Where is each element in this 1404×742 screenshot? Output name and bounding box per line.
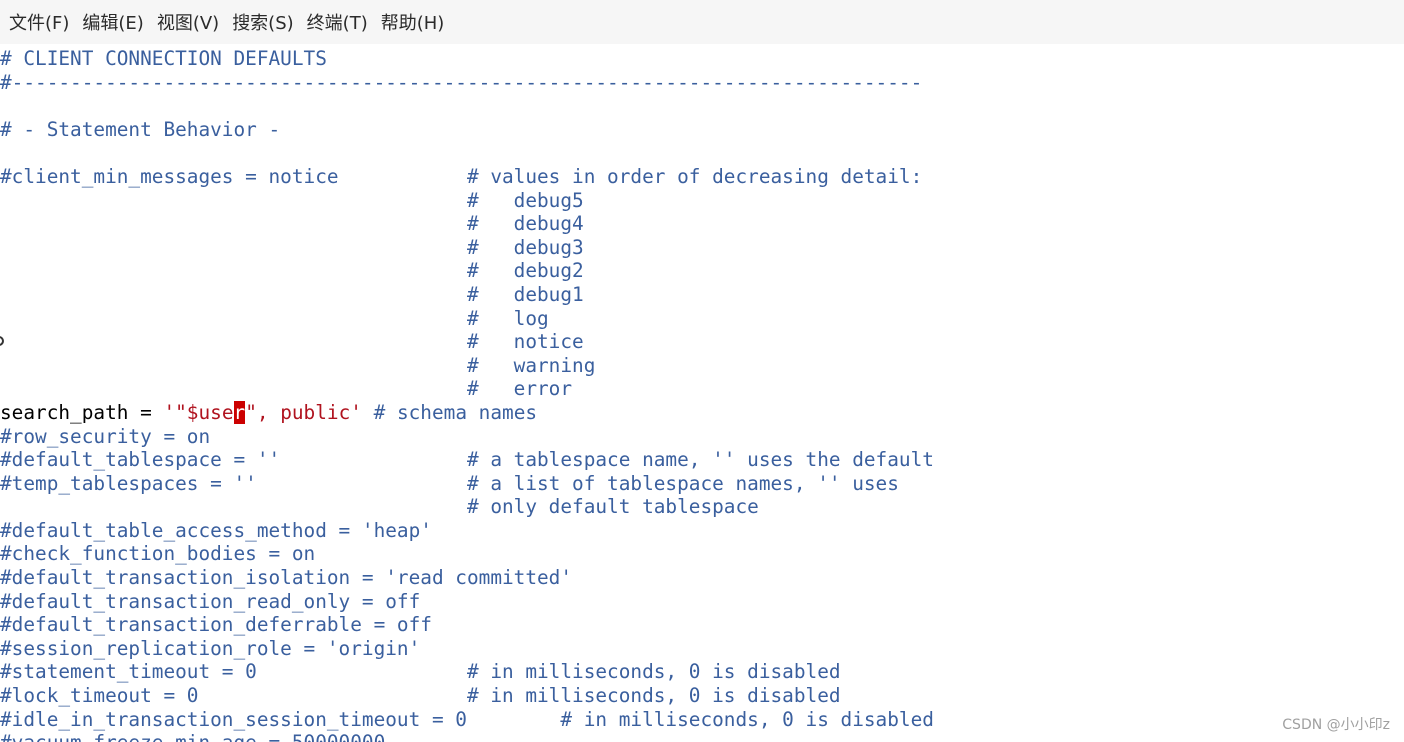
code-segment: # log <box>0 306 549 330</box>
code-segment: # only default tablespace <box>0 495 759 519</box>
editor-line[interactable]: # debug2 <box>0 259 1404 283</box>
menu-edit[interactable]: 编辑(E) <box>82 7 143 37</box>
editor-line[interactable] <box>0 94 1404 118</box>
code-segment: #default_transaction_deferrable = off <box>0 613 432 637</box>
editor-line[interactable] <box>0 141 1404 165</box>
editor-line[interactable]: #default_transaction_read_only = off <box>0 590 1404 614</box>
code-segment: # warning <box>0 353 596 377</box>
editor-line[interactable]: #lock_timeout = 0 # in milliseconds, 0 i… <box>0 684 1404 708</box>
menu-help[interactable]: 帮助(H) <box>381 7 445 37</box>
editor-line[interactable]: #---------------------------------------… <box>0 71 1404 95</box>
code-segment: #---------------------------------------… <box>0 70 923 94</box>
code-segment: # CLIENT CONNECTION DEFAULTS <box>0 47 327 70</box>
editor-line[interactable]: #statement_timeout = 0 # in milliseconds… <box>0 660 1404 684</box>
code-segment: #vacuum_freeze_min_age = 50000000 <box>0 731 385 742</box>
menu-file[interactable]: 文件(F) <box>9 7 69 37</box>
code-segment: # debug3 <box>0 235 584 259</box>
editor-line[interactable]: #temp_tablespaces = '' # a list of table… <box>0 472 1404 496</box>
code-segment: #lock_timeout = 0 # in milliseconds, 0 i… <box>0 684 841 708</box>
code-segment: # debug2 <box>0 259 584 283</box>
code-segment: # debug4 <box>0 212 584 236</box>
editor-line[interactable]: #check_function_bodies = on <box>0 542 1404 566</box>
code-segment: #default_transaction_isolation = 'read c… <box>0 566 573 590</box>
code-segment: '"$use <box>163 400 234 424</box>
editor-line[interactable]: #idle_in_transaction_session_timeout = 0… <box>0 708 1404 732</box>
code-segment: #statement_timeout = 0 # in milliseconds… <box>0 660 841 684</box>
code-segment: #check_function_bodies = on <box>0 542 316 566</box>
code-segment: #default_table_access_method = 'heap' <box>0 518 432 542</box>
editor-line[interactable]: # log <box>0 307 1404 331</box>
code-segment: #session_replication_role = 'origin' <box>0 636 421 660</box>
editor-line[interactable]: #default_transaction_deferrable = off <box>0 613 1404 637</box>
editor-line[interactable]: # debug4 <box>0 212 1404 236</box>
editor-line[interactable]: # only default tablespace <box>0 495 1404 519</box>
code-segment: search_path = <box>0 400 164 424</box>
editor-line[interactable]: #session_replication_role = 'origin' <box>0 637 1404 661</box>
editor-line[interactable]: #client_min_messages = notice # values i… <box>0 165 1404 189</box>
editor-line[interactable]: # error <box>0 377 1404 401</box>
editor-line[interactable]: # debug1 <box>0 283 1404 307</box>
editor-line[interactable]: # - Statement Behavior - <box>0 118 1404 142</box>
code-segment: #row_security = on <box>0 424 211 448</box>
code-segment: # - Statement Behavior - <box>0 117 281 141</box>
code-segment: #default_tablespace = '' # a tablespace … <box>0 448 934 472</box>
menu-view[interactable]: 视图(V) <box>157 7 219 37</box>
editor-line[interactable]: # notice <box>0 330 1404 354</box>
code-segment: ", public' <box>245 400 362 424</box>
editor-line[interactable]: #vacuum_freeze_min_age = 50000000 <box>0 731 1404 742</box>
menu-terminal[interactable]: 终端(T) <box>307 7 368 37</box>
watermark: CSDN @小小印z <box>1282 717 1390 733</box>
code-segment: # notice <box>0 330 584 354</box>
code-segment: # debug5 <box>0 188 584 212</box>
editor-line[interactable]: # debug5 <box>0 189 1404 213</box>
code-segment: #idle_in_transaction_session_timeout = 0… <box>0 707 934 731</box>
menu-bar: 文件(F) 编辑(E) 视图(V) 搜索(S) 终端(T) 帮助(H) <box>0 0 1404 44</box>
code-segment: #client_min_messages = notice # values i… <box>0 164 923 188</box>
code-segment: # debug1 <box>0 282 584 306</box>
editor-line[interactable]: # debug3 <box>0 236 1404 260</box>
editor-line[interactable]: # warning <box>0 354 1404 378</box>
editor-line[interactable]: #default_table_access_method = 'heap' <box>0 519 1404 543</box>
text-editor[interactable]: # CLIENT CONNECTION DEFAULTS #-----------… <box>0 47 1404 742</box>
text-cursor: r <box>233 400 246 424</box>
code-segment: # schema names <box>361 400 538 424</box>
code-segment: #default_transaction_read_only = off <box>0 589 421 613</box>
editor-line[interactable]: #row_security = on <box>0 425 1404 449</box>
editor-line[interactable]: search_path = '"$user", public' # schema… <box>0 400 1404 425</box>
code-segment: # error <box>0 377 573 401</box>
menu-search[interactable]: 搜索(S) <box>232 7 293 37</box>
editor-line[interactable]: #default_transaction_isolation = 'read c… <box>0 566 1404 590</box>
editor-line[interactable]: #default_tablespace = '' # a tablespace … <box>0 448 1404 472</box>
editor-line[interactable]: # CLIENT CONNECTION DEFAULTS <box>0 47 1404 71</box>
code-segment: #temp_tablespaces = '' # a list of table… <box>0 471 899 495</box>
